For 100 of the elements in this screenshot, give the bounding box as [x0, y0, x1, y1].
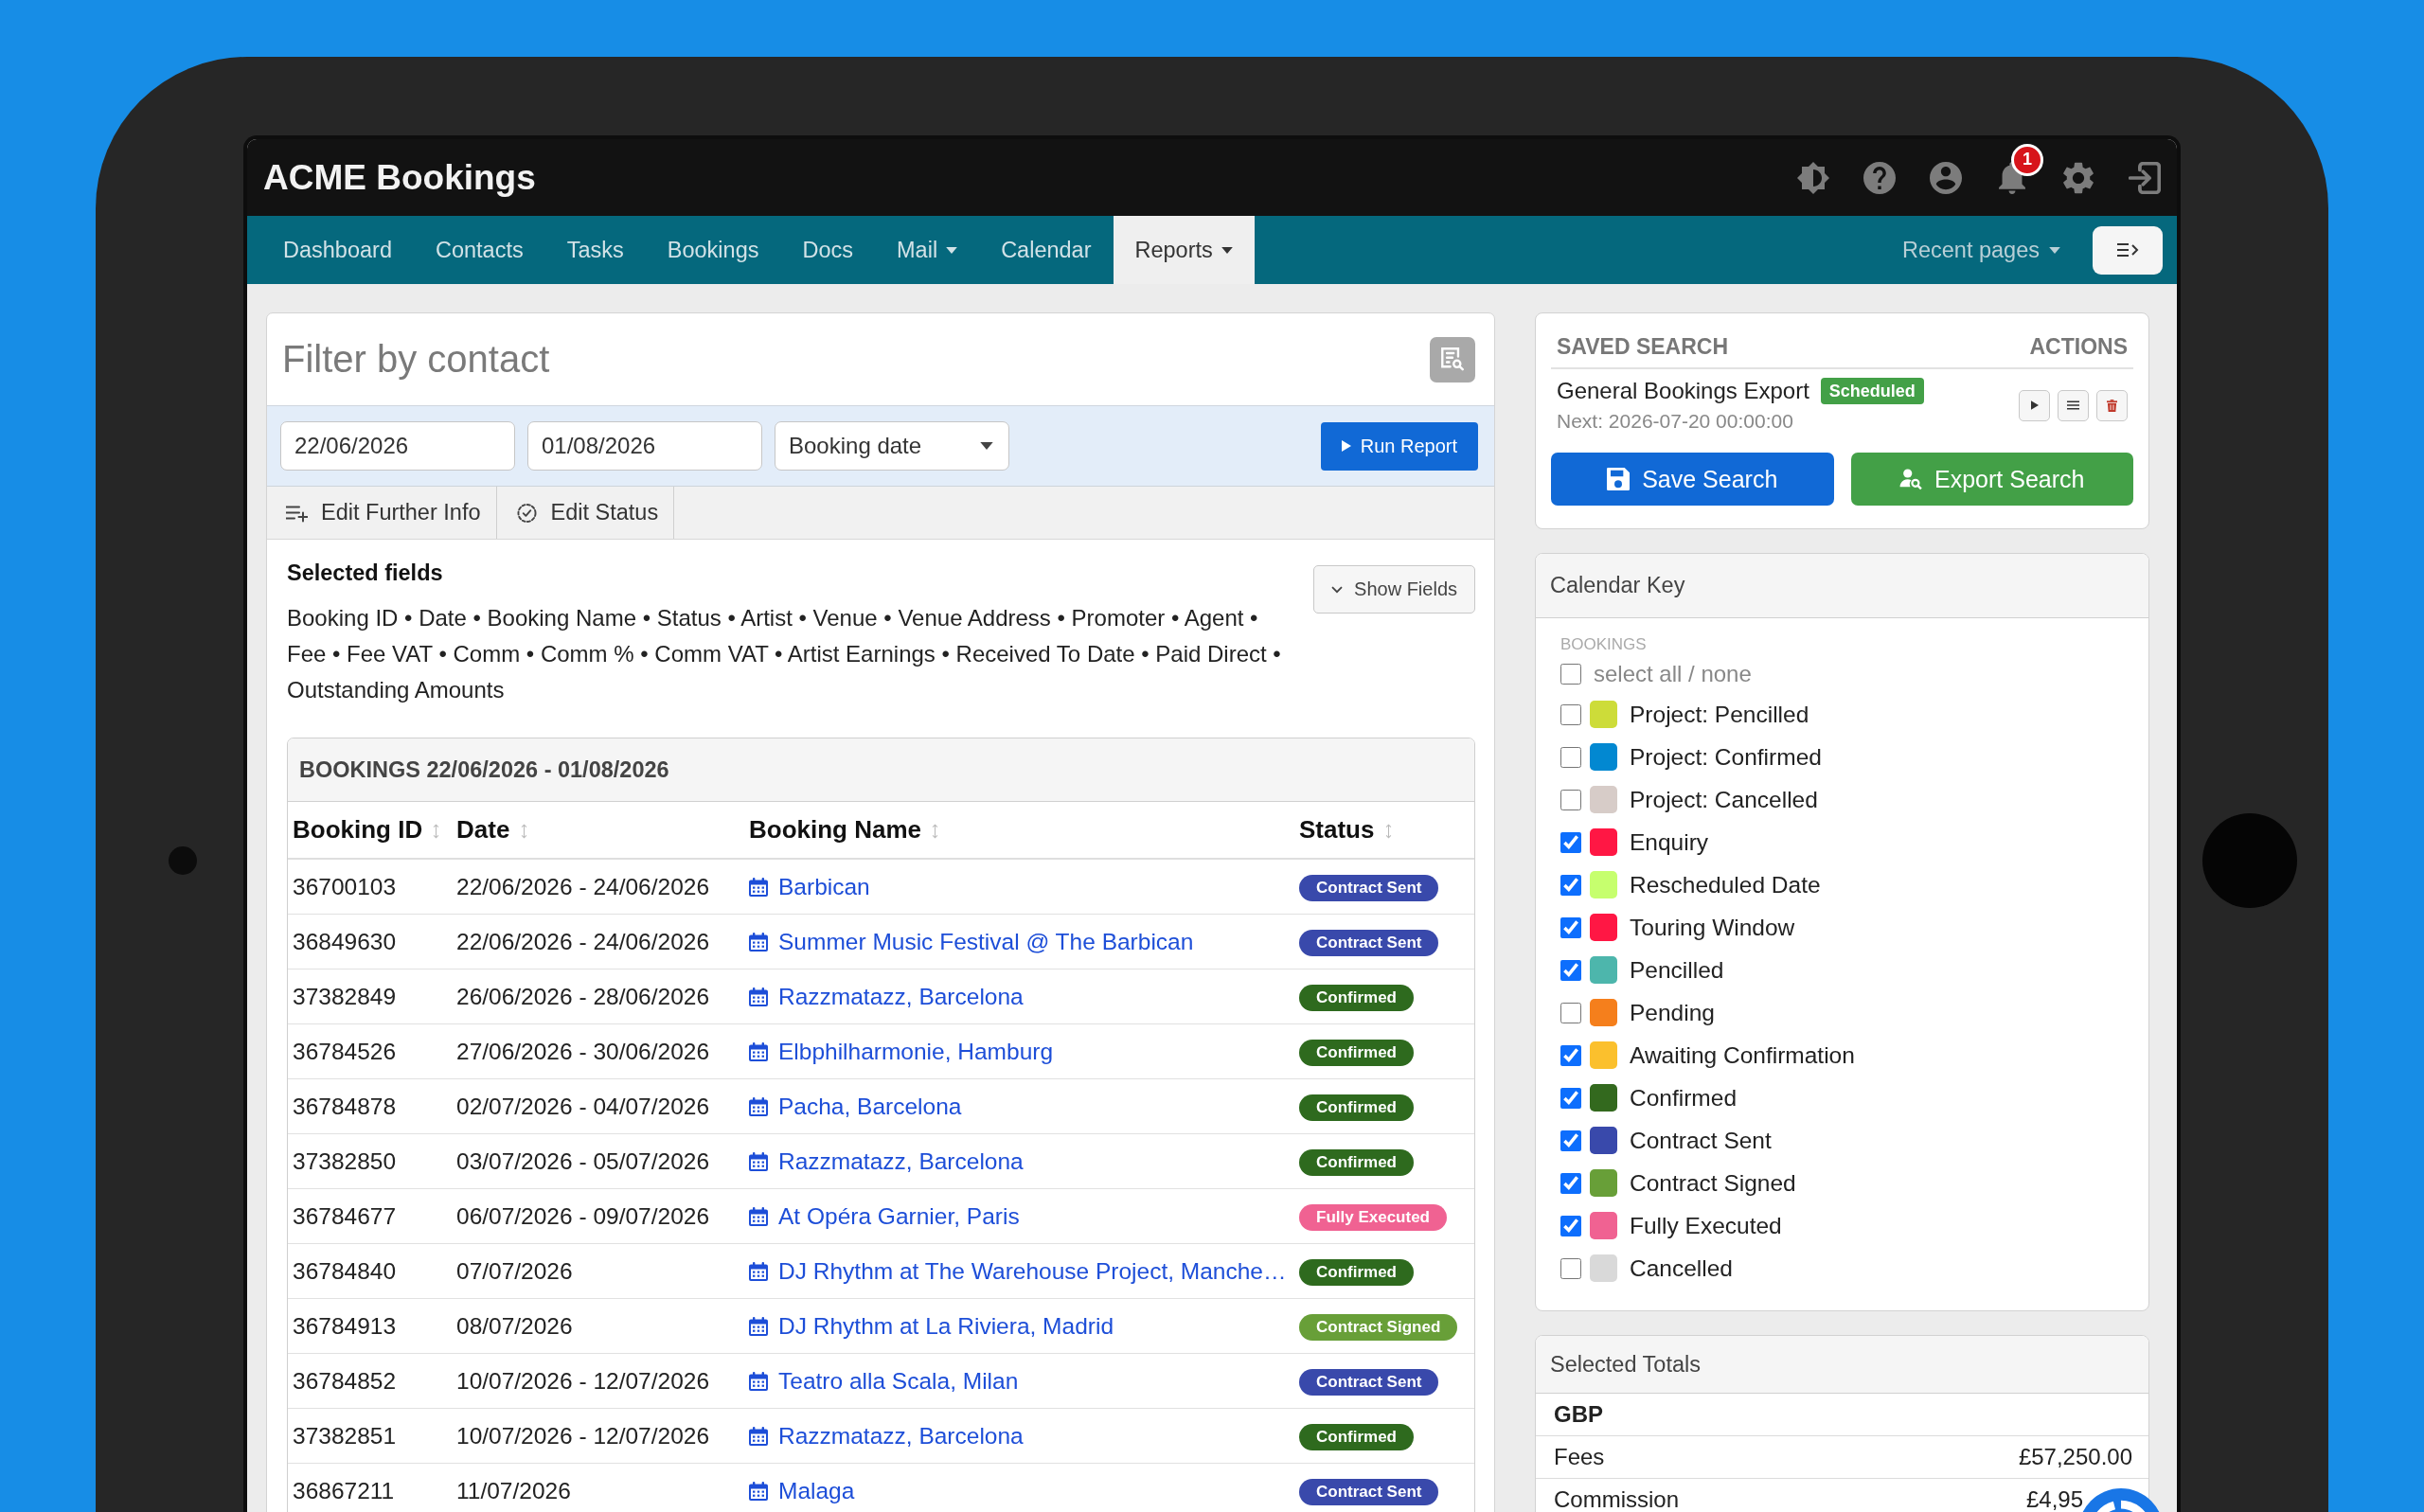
- date-type-select[interactable]: Booking date: [775, 421, 1009, 471]
- menu-button[interactable]: [2058, 389, 2089, 421]
- status-badge: Contract Sent: [1299, 930, 1439, 956]
- nav-tab[interactable]: Reports: [1113, 216, 1255, 284]
- column-header[interactable]: Status: [1294, 802, 1474, 859]
- brightness-icon[interactable]: [1797, 161, 1829, 194]
- show-fields-button[interactable]: Show Fields: [1313, 565, 1475, 614]
- nav-tab[interactable]: Bookings: [645, 216, 781, 284]
- column-header[interactable]: Date: [452, 802, 744, 859]
- checkbox[interactable]: [1560, 831, 1581, 853]
- booking-link[interactable]: Malaga: [778, 1477, 855, 1504]
- status-badge: Contract Sent: [1299, 875, 1439, 901]
- checkbox[interactable]: [1560, 916, 1581, 938]
- nav-tab[interactable]: Mail: [875, 216, 980, 284]
- booking-id-cell: 36784852: [288, 1353, 452, 1409]
- date-to-field[interactable]: 01/08/2026: [527, 421, 762, 471]
- key-label: Awaiting Confirmation: [1630, 1041, 1855, 1069]
- checkbox[interactable]: [1560, 1087, 1581, 1109]
- status-badge: Confirmed: [1299, 1149, 1414, 1176]
- booking-link[interactable]: Razzmatazz, Barcelona: [778, 1147, 1024, 1175]
- booking-id-cell: 36700103: [288, 859, 452, 915]
- status-badge: Confirmed: [1299, 985, 1414, 1011]
- booking-link[interactable]: DJ Rhythm at La Riviera, Madrid: [778, 1312, 1114, 1340]
- settings-icon[interactable]: [2062, 161, 2094, 194]
- checkbox[interactable]: [1560, 959, 1581, 981]
- column-header: ACTIONS: [2029, 334, 2128, 360]
- checkbox[interactable]: [1560, 1130, 1581, 1151]
- booking-link[interactable]: At Opéra Garnier, Paris: [778, 1202, 1020, 1230]
- total-label: Fees: [1554, 1444, 1605, 1470]
- booking-link[interactable]: Razzmatazz, Barcelona: [778, 1422, 1024, 1450]
- booking-id-cell: 36867211: [288, 1463, 452, 1512]
- checkbox[interactable]: [1560, 874, 1581, 896]
- nav-tab[interactable]: Calendar: [979, 216, 1114, 284]
- checkbox[interactable]: [1560, 789, 1581, 810]
- run-report-button[interactable]: Run Report: [1320, 421, 1478, 471]
- checkbox[interactable]: [1560, 1002, 1581, 1023]
- calendar-icon: [749, 1371, 768, 1391]
- booking-link[interactable]: Razzmatazz, Barcelona: [778, 983, 1024, 1010]
- booking-link[interactable]: DJ Rhythm at The Warehouse Project, Manche…: [778, 1257, 1287, 1285]
- checkbox[interactable]: [1560, 746, 1581, 768]
- save-icon: [1607, 468, 1631, 490]
- calendar-icon: [749, 1316, 768, 1336]
- column-header[interactable]: Booking Name: [744, 802, 1294, 859]
- calendar-icon: [749, 1096, 768, 1116]
- nav-tab[interactable]: Dashboard: [261, 216, 414, 284]
- recent-pages-menu[interactable]: Recent pages: [1901, 216, 2060, 284]
- booking-link[interactable]: Pacha, Barcelona: [778, 1093, 962, 1120]
- booking-id-cell: 37382849: [288, 969, 452, 1024]
- booking-link[interactable]: Barbican: [778, 873, 870, 900]
- nav-tab[interactable]: Docs: [780, 216, 876, 284]
- key-label: Contract Sent: [1630, 1127, 1772, 1154]
- currency-label: GBP: [1554, 1401, 1603, 1428]
- date-cell: 03/07/2026 - 05/07/2026: [452, 1133, 744, 1189]
- panel-toggle-button[interactable]: [2093, 225, 2163, 275]
- status-badge: Contract Sent: [1299, 1479, 1439, 1505]
- run-button[interactable]: [2019, 389, 2050, 421]
- card-header: Selected Totals: [1536, 1336, 2148, 1394]
- help-icon[interactable]: [1863, 161, 1896, 194]
- chevron-down-icon: [1331, 585, 1344, 594]
- booking-link[interactable]: Elbphilharmonie, Hamburg: [778, 1038, 1054, 1065]
- date-cell: 10/07/2026 - 12/07/2026: [452, 1353, 744, 1409]
- booking-id-cell: 36784526: [288, 1023, 452, 1079]
- nav-tab[interactable]: Tasks: [544, 216, 646, 284]
- logout-icon[interactable]: [2129, 161, 2161, 194]
- checkbox[interactable]: [1560, 1257, 1581, 1279]
- tool-button[interactable]: Edit Status: [496, 487, 675, 539]
- calendar-icon: [749, 1261, 768, 1281]
- date-from-field[interactable]: 22/06/2026: [280, 421, 515, 471]
- date-cell: 22/06/2026 - 24/06/2026: [452, 914, 744, 969]
- column-header: SAVED SEARCH: [1557, 334, 1729, 360]
- booking-link[interactable]: Summer Music Festival @ The Barbican: [778, 928, 1194, 955]
- delete-button[interactable]: [2096, 389, 2128, 421]
- play-icon: [2030, 400, 2039, 410]
- booking-id-cell: 36849630: [288, 914, 452, 969]
- booking-id-cell: 36784878: [288, 1078, 452, 1134]
- nav-tab[interactable]: Contacts: [413, 216, 545, 284]
- save-search-button[interactable]: Save Search: [1551, 453, 1834, 506]
- contact-filter-field[interactable]: Filter by contact: [282, 334, 1430, 384]
- column-header[interactable]: Booking ID: [288, 802, 452, 859]
- document-search-icon: [1441, 347, 1464, 371]
- checkbox[interactable]: [1560, 1172, 1581, 1194]
- booking-link[interactable]: Teatro alla Scala, Milan: [778, 1367, 1019, 1395]
- search-button[interactable]: [1430, 336, 1475, 382]
- checkbox[interactable]: [1560, 1044, 1581, 1066]
- date-cell: 08/07/2026: [452, 1298, 744, 1354]
- camera-icon: [169, 846, 197, 875]
- date-cell: 07/07/2026: [452, 1243, 744, 1299]
- saved-search-name: General Bookings Export: [1557, 377, 1809, 405]
- checkbox[interactable]: [1560, 1215, 1581, 1236]
- dashed-check-circle-icon: [515, 503, 538, 523]
- user-icon[interactable]: [1930, 161, 1962, 194]
- total-value: £57,250.00: [2018, 1444, 2132, 1470]
- tool-button[interactable]: Edit Further Info: [267, 487, 497, 539]
- calendar-icon: [749, 1481, 768, 1501]
- key-label: Cancelled: [1630, 1254, 1733, 1282]
- section-label: BOOKINGS: [1560, 634, 1648, 655]
- checkbox[interactable]: [1560, 664, 1581, 685]
- key-label: Project: Pencilled: [1630, 701, 1809, 728]
- checkbox[interactable]: [1560, 703, 1581, 725]
- booking-id-cell: 36784840: [288, 1243, 452, 1299]
